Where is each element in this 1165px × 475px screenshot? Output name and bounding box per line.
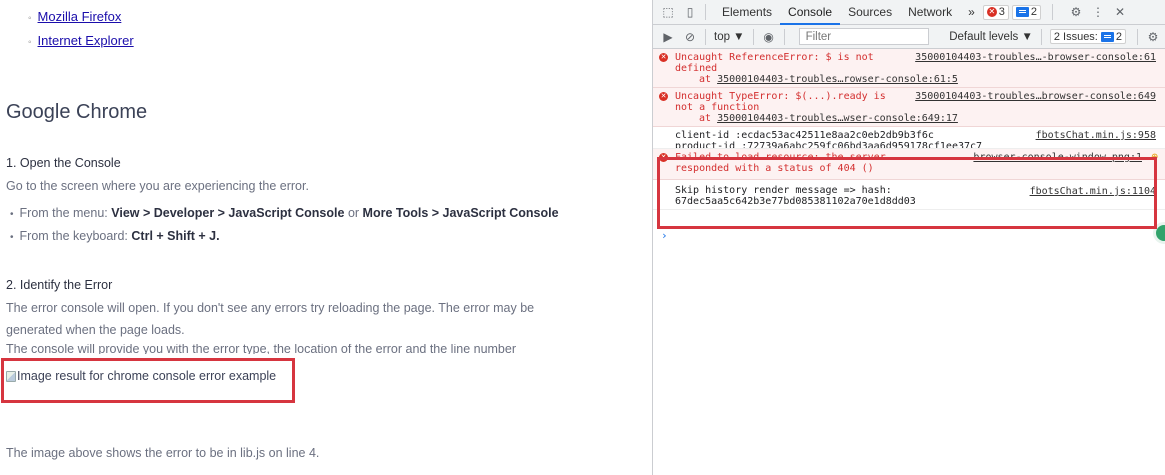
sidebar-toggle-icon[interactable]: ▶ xyxy=(661,30,675,44)
list-item: • From the menu: View > Developer > JavaS… xyxy=(10,206,559,220)
keyboard-shortcut: Ctrl + Shift + J. xyxy=(131,229,220,243)
message-count-badge[interactable]: 2 xyxy=(1011,4,1042,20)
section-heading: Google Chrome xyxy=(6,101,148,123)
filter-input[interactable] xyxy=(798,28,929,45)
source-link[interactable]: 35000104403-troubles…-browser-console:61 xyxy=(915,52,1156,63)
ie-link[interactable]: Internet Explorer xyxy=(38,33,134,48)
stack-trace-link[interactable]: 35000104403-troubles…wser-console:649:17 xyxy=(717,113,958,124)
message-icon xyxy=(1015,7,1029,17)
menu-path-1: View > Developer > JavaScript Console xyxy=(111,206,345,220)
close-icon[interactable]: ✕ xyxy=(1113,5,1127,19)
console-message: ✕ Uncaught TypeError: $(...).ready is no… xyxy=(653,88,1165,127)
source-link[interactable]: fbotsChat.min.js:958 xyxy=(1036,130,1156,141)
console-prompt[interactable]: › xyxy=(661,229,668,242)
error-count-badge[interactable]: ✕ 3 xyxy=(982,4,1009,20)
step1-title: 1. Open the Console xyxy=(6,156,121,170)
issues-button[interactable]: 2 Issues: 2 xyxy=(1049,29,1126,44)
step2-text: The error console will open. If you don'… xyxy=(6,301,535,337)
error-icon: ✕ xyxy=(659,53,668,62)
tab-elements[interactable]: Elements xyxy=(714,0,780,25)
step2-clipped-text: The console will provide you with the er… xyxy=(6,344,516,354)
devtools-tabbar: ⬚ ▯ Elements Console Sources Network » ✕… xyxy=(653,0,1165,25)
settings-gear-icon[interactable]: ⚙ xyxy=(1069,5,1083,19)
console-toolbar: ▶ ⊘ top ▼ ◉ Default levels ▼ 2 Issues:2 … xyxy=(653,25,1165,49)
stack-trace-link[interactable]: 35000104403-troubles…rowser-console:61:5 xyxy=(717,74,958,85)
highlight-box xyxy=(657,157,1157,229)
issues-icon xyxy=(1100,31,1114,42)
more-tabs-button[interactable]: » xyxy=(960,0,983,25)
devtools-panel: ⬚ ▯ Elements Console Sources Network » ✕… xyxy=(652,0,1165,475)
firefox-link[interactable]: Mozilla Firefox xyxy=(38,9,122,24)
clear-console-icon[interactable]: ⊘ xyxy=(683,30,697,44)
tab-network[interactable]: Network xyxy=(900,0,960,25)
tab-console[interactable]: Console xyxy=(780,0,841,25)
highlight-box xyxy=(1,358,295,403)
list-item: • From the keyboard: Ctrl + Shift + J. xyxy=(10,229,220,243)
console-message: client-id :ecdac53ac42511e8aa2c0eb2db9b3… xyxy=(653,127,1165,149)
context-selector[interactable]: top ▼ xyxy=(714,31,745,43)
error-icon: ✕ xyxy=(659,92,668,101)
source-link[interactable]: 35000104403-troubles…browser-console:649 xyxy=(915,91,1156,102)
menu-path-2: More Tools > JavaScript Console xyxy=(362,206,559,220)
device-toolbar-icon[interactable]: ▯ xyxy=(683,5,697,19)
error-icon: ✕ xyxy=(986,7,997,17)
inspect-element-icon[interactable]: ⬚ xyxy=(661,5,675,19)
more-options-icon[interactable]: ⋮ xyxy=(1091,5,1105,19)
console-message: ✕ Uncaught ReferenceError: $ is not defi… xyxy=(653,49,1165,88)
list-item[interactable]: ◦ Internet Explorer xyxy=(28,33,134,48)
step2-title: 2. Identify the Error xyxy=(6,278,113,292)
console-settings-gear-icon[interactable]: ⚙ xyxy=(1146,30,1160,44)
eye-icon[interactable]: ◉ xyxy=(762,30,776,44)
footer-text: The image above shows the error to be in… xyxy=(6,446,320,460)
article-pane: ◦ Mozilla Firefox ◦ Internet Explorer Goog… xyxy=(0,0,652,475)
list-item[interactable]: ◦ Mozilla Firefox xyxy=(28,9,121,24)
step1-text: Go to the screen where you are experienc… xyxy=(6,179,309,193)
tab-sources[interactable]: Sources xyxy=(840,0,900,25)
log-levels-dropdown[interactable]: Default levels ▼ xyxy=(949,31,1033,43)
